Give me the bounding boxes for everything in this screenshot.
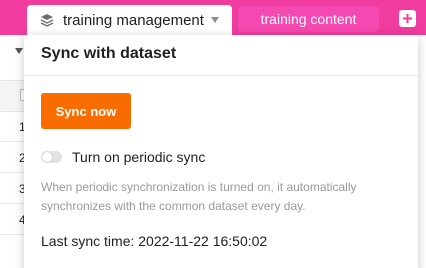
last-sync-time: Last sync time: 2022-11-22 16:50:02	[41, 233, 268, 249]
tab-training-management[interactable]: training management	[27, 5, 232, 35]
divider	[24, 75, 418, 76]
sync-popover: Sync with dataset Sync now Turn on perio…	[24, 35, 418, 268]
layers-icon	[40, 14, 54, 27]
collapse-arrow-icon	[15, 48, 23, 54]
toggle-knob	[42, 152, 52, 162]
tab-training-content[interactable]: training content	[238, 6, 379, 32]
top-bar: training management training content	[0, 0, 426, 35]
tab-label: training management	[63, 11, 204, 29]
add-table-button[interactable]	[399, 10, 416, 27]
sync-now-button[interactable]: Sync now	[41, 93, 131, 129]
periodic-sync-toggle[interactable]	[41, 151, 62, 163]
popover-title: Sync with dataset	[41, 45, 177, 62]
periodic-sync-label: Turn on periodic sync	[72, 149, 206, 165]
caret-down-icon[interactable]	[210, 16, 220, 24]
periodic-sync-description: When periodic synchronization is turned …	[41, 180, 357, 213]
plus-icon	[403, 14, 412, 23]
